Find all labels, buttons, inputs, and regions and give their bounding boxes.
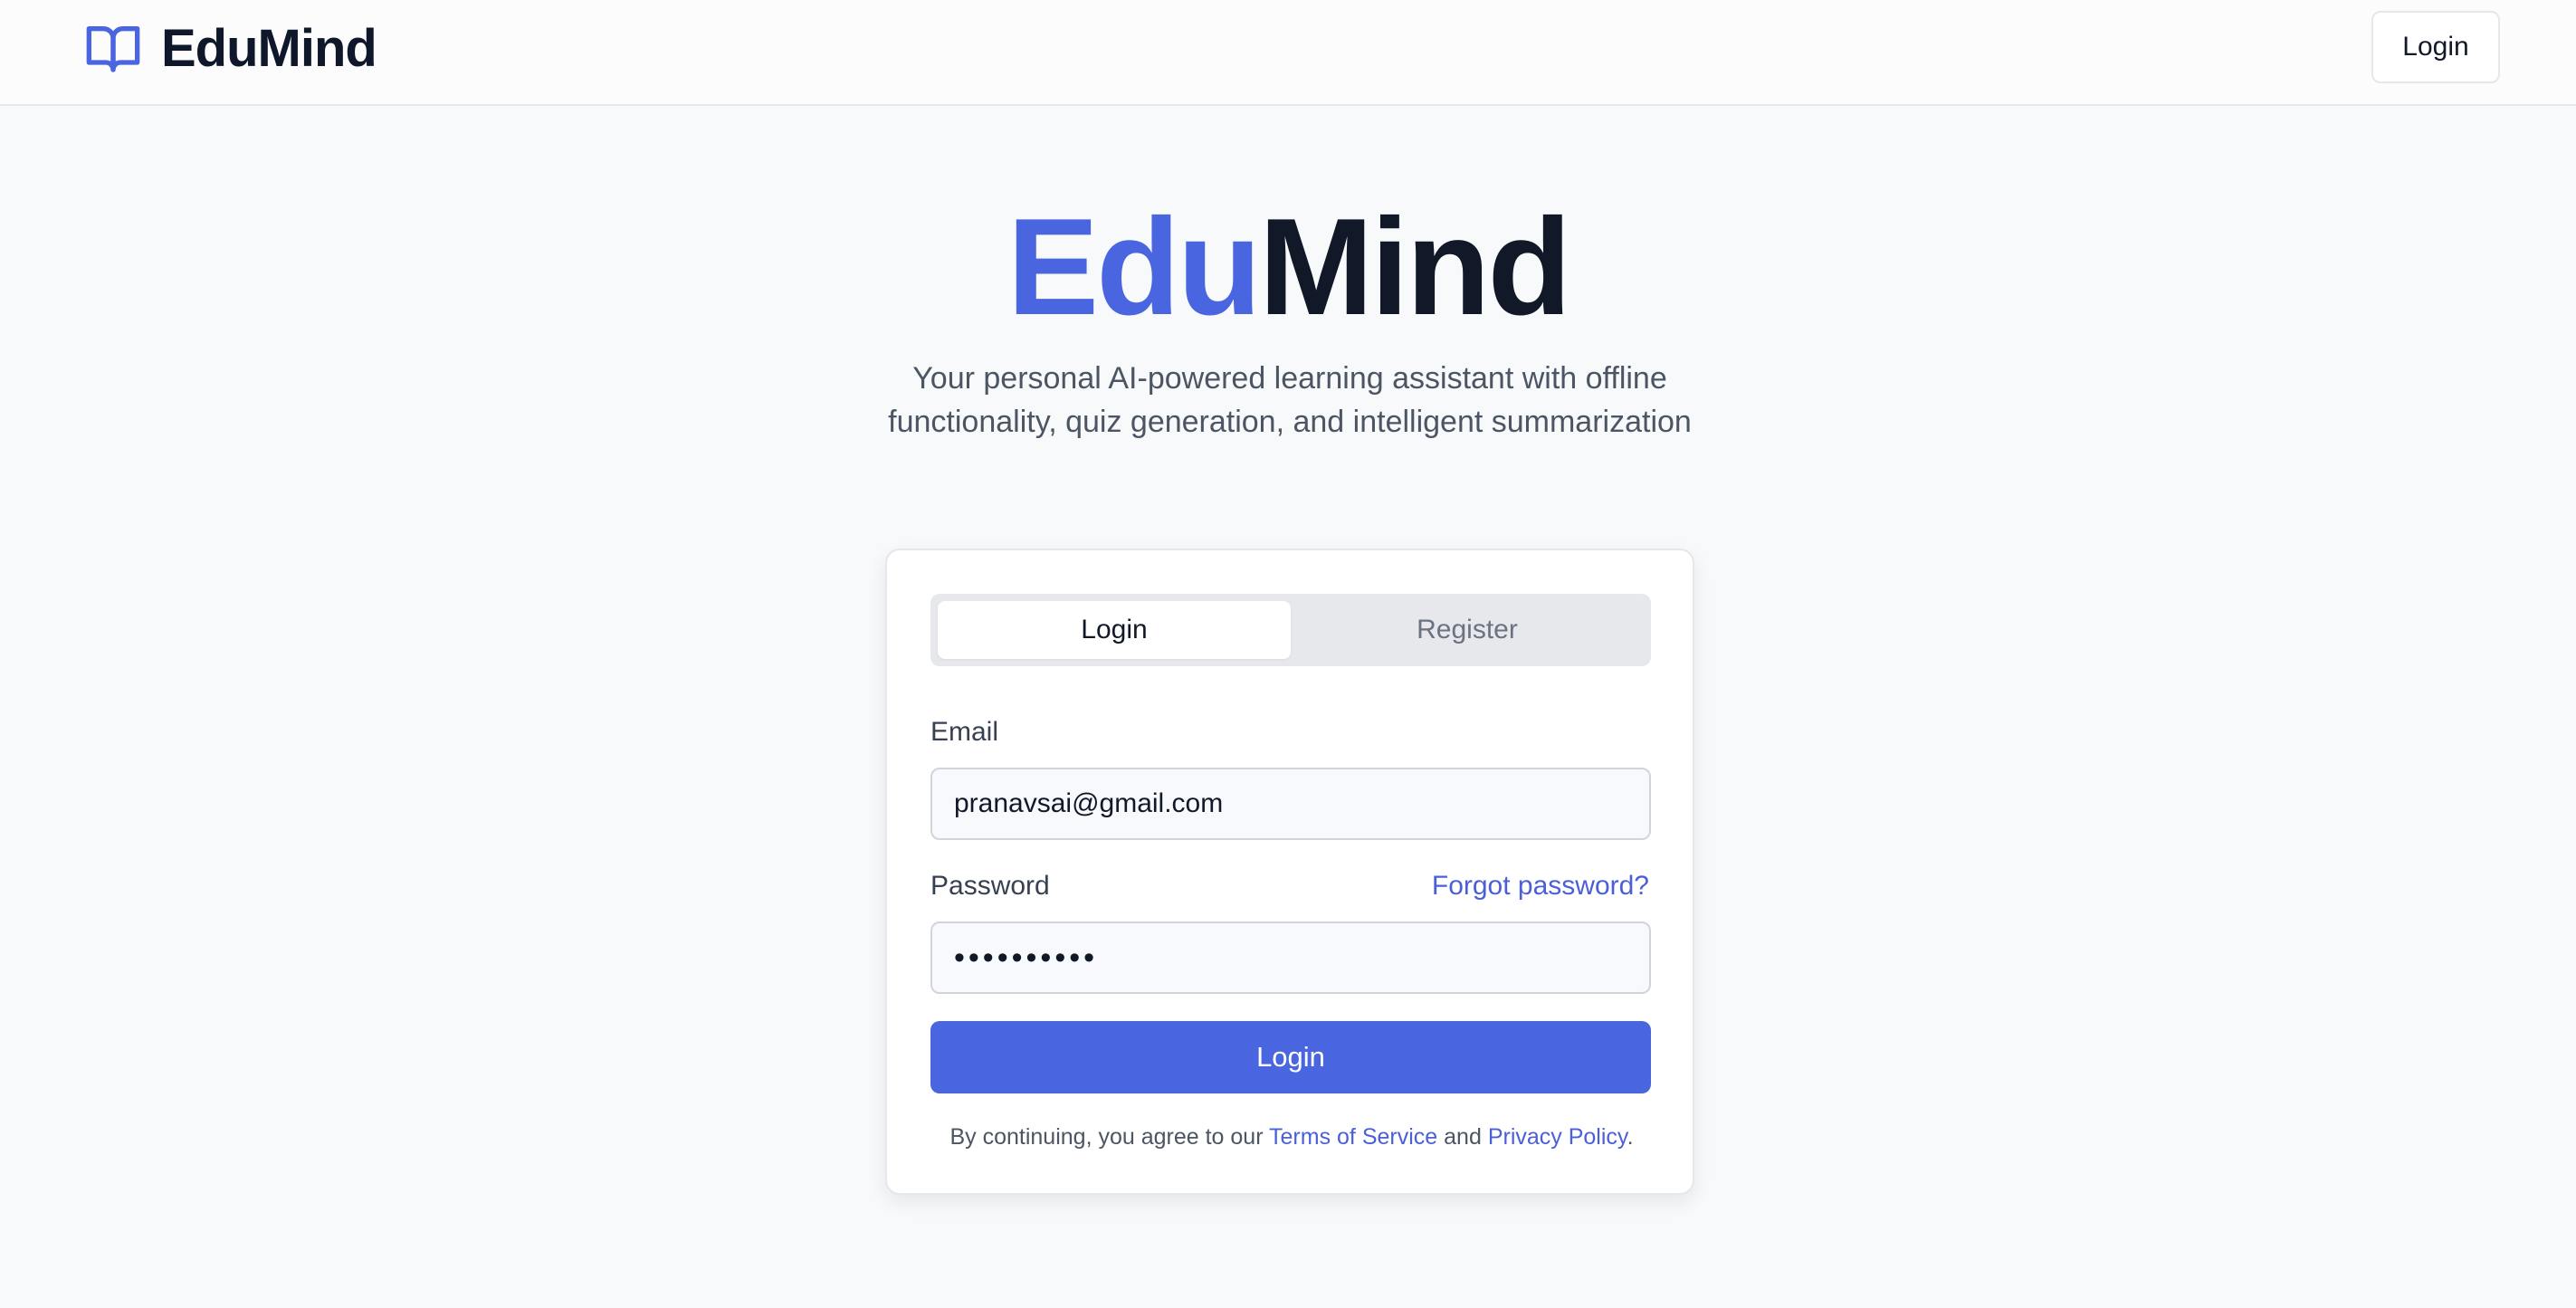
auth-card: Login Register Email Password Forgot pas… bbox=[885, 549, 1694, 1195]
terms-notice: By continuing, you agree to our Terms of… bbox=[887, 1124, 1696, 1150]
privacy-policy-link[interactable]: Privacy Policy bbox=[1488, 1124, 1627, 1150]
hero-title: EduMind bbox=[0, 190, 2576, 344]
login-submit-button[interactable]: Login bbox=[930, 1021, 1651, 1093]
forgot-password-link[interactable]: Forgot password? bbox=[1432, 871, 1649, 902]
email-label: Email bbox=[930, 717, 999, 747]
terms-suffix: . bbox=[1627, 1124, 1634, 1150]
tab-register[interactable]: Register bbox=[1291, 601, 1644, 659]
terms-middle: and bbox=[1437, 1124, 1488, 1150]
tab-login[interactable]: Login bbox=[938, 601, 1291, 659]
hero-title-edu: Edu bbox=[1007, 190, 1262, 344]
top-navbar: EduMind Login bbox=[0, 0, 2576, 106]
open-book-icon bbox=[86, 25, 140, 72]
email-field[interactable] bbox=[930, 768, 1651, 840]
password-field[interactable] bbox=[930, 921, 1651, 994]
terms-prefix: By continuing, you agree to our bbox=[949, 1124, 1270, 1150]
auth-tabs: Login Register bbox=[930, 594, 1651, 666]
header-login-button[interactable]: Login bbox=[2371, 11, 2500, 83]
hero-title-mind: Mind bbox=[1258, 190, 1572, 344]
password-label: Password bbox=[930, 871, 1050, 901]
brand-name: EduMind bbox=[161, 18, 377, 78]
terms-of-service-link[interactable]: Terms of Service bbox=[1269, 1124, 1437, 1150]
hero-subtitle: Your personal AI-powered learning assist… bbox=[888, 361, 1692, 439]
brand-logo[interactable]: EduMind bbox=[81, 16, 377, 80]
